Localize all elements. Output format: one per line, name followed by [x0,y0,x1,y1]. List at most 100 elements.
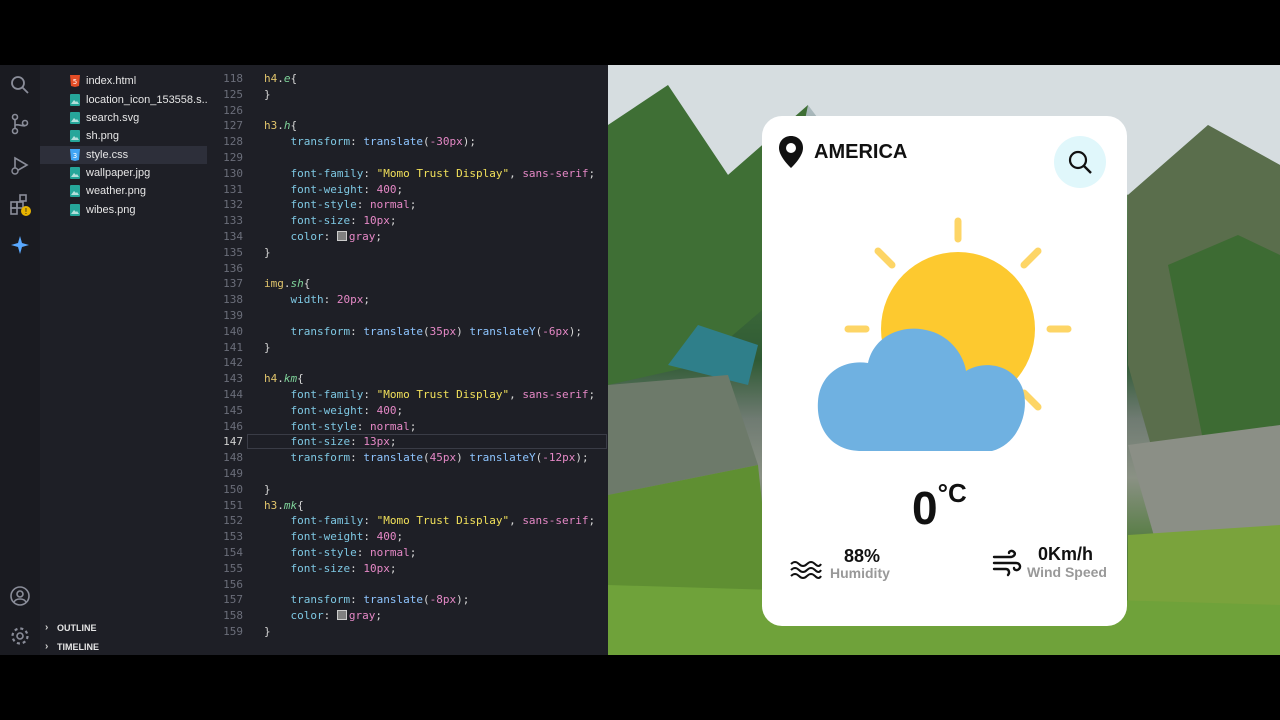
code-line[interactable]: h3.h{ [264,119,297,132]
chevron-right-icon: › [45,622,49,633]
code-line[interactable]: transform: translate(45px) translateY(-1… [264,451,589,464]
code-line[interactable]: color: gray; [264,609,383,622]
line-number: 155 [223,561,243,575]
line-number: 141 [223,340,243,354]
file-item-search-svg[interactable]: search.svg [70,109,207,127]
code-line[interactable]: font-size: 10px; [264,562,397,575]
code-line[interactable]: h4.e{ [264,72,297,85]
code-line[interactable]: width: 20px; [264,293,371,306]
code-line[interactable]: font-weight: 400; [264,183,404,196]
code-line[interactable]: h4.km{ [264,372,304,385]
file-item-wallpaper-jpg[interactable]: wallpaper.jpg [70,164,207,182]
extensions-icon[interactable]: ! [8,193,32,217]
humidity-label: Humidity [830,565,890,581]
activity-bar: ! [0,65,41,655]
city-name: AMERICA [814,141,908,163]
code-line[interactable]: } [264,483,271,496]
line-number: 145 [223,403,243,417]
html-file-icon: 5 [70,75,80,87]
code-line[interactable]: h3.mk{ [264,499,304,512]
file-item-index-html[interactable]: 5 index.html [70,72,207,90]
line-number: 130 [223,166,243,180]
line-number: 142 [223,356,243,370]
file-item-style-css[interactable]: 3 style.css [40,146,207,164]
code-line[interactable]: transform: translate(-30px); [264,135,476,148]
image-file-icon [70,185,80,197]
code-line[interactable]: font-family: "Momo Trust Display", sans-… [264,388,596,401]
line-number: 125 [223,87,243,101]
run-debug-icon[interactable] [8,153,32,177]
image-file-icon [70,130,80,142]
file-item-weather-png[interactable]: weather.png [70,182,207,200]
code-line[interactable]: font-weight: 400; [264,530,404,543]
code-line[interactable]: transform: translate(35px) translateY(-6… [264,325,582,338]
code-line[interactable]: } [264,88,271,101]
code-line[interactable]: font-style: normal; [264,420,417,433]
line-number: 158 [223,609,243,623]
code-line[interactable]: font-style: normal; [264,198,417,211]
line-number: 151 [223,498,243,512]
line-number: 150 [223,482,243,496]
code-line[interactable]: img.sh{ [264,277,310,290]
line-number: 127 [223,119,243,133]
code-line[interactable]: font-weight: 400; [264,404,404,417]
code-line[interactable]: font-style: normal; [264,546,417,559]
search-button[interactable] [1054,136,1106,188]
code-line[interactable]: font-size: 10px; [264,214,397,227]
weather-card: AMERICA 0°C 88% Humidity 0Km/h Wind Spee… [762,116,1127,626]
outline-section[interactable]: › OUTLINE [40,619,207,637]
line-number: 159 [223,625,243,638]
line-number: 131 [223,182,243,196]
temperature-value: 0 [912,482,938,534]
partly-cloudy-weather-icon [817,217,1072,451]
file-item-location-icon[interactable]: location_icon_153558.s... [70,91,207,109]
svg-text:3: 3 [73,152,77,160]
code-line[interactable]: font-family: "Momo Trust Display", sans-… [264,514,596,527]
temperature-display: 0°C [912,478,967,535]
line-number: 156 [223,577,243,591]
line-number: 136 [223,261,243,275]
code-line[interactable]: } [264,625,271,638]
code-line[interactable]: font-size: 13px; [264,435,397,448]
source-control-icon[interactable] [8,112,32,136]
humidity-waves-icon [790,561,822,579]
file-item-wibes-png[interactable]: wibes.png [70,201,207,219]
code-area[interactable]: 118 h4.e{125} 126 127 h3.h{128 transform: tr… [207,65,608,655]
account-icon[interactable] [8,584,32,608]
code-line[interactable]: } [264,246,271,259]
gear-icon[interactable] [8,624,32,648]
image-file-icon [70,112,80,124]
image-file-icon [70,94,80,106]
file-explorer: 5 index.html location_icon_153558.s... se… [40,65,207,655]
location-pin-icon [779,136,803,168]
code-line[interactable]: transform: translate(-8px); [264,593,470,606]
line-number: 144 [223,388,243,401]
line-number: 143 [223,372,243,386]
line-number: 137 [223,277,243,291]
line-number: 132 [223,198,243,212]
code-line[interactable]: } [264,341,271,354]
wind-speed-label: Wind Speed [1027,564,1107,580]
line-number: 126 [223,103,243,117]
line-number: 129 [223,151,243,164]
line-number: 118 [223,72,243,85]
line-number: 152 [223,514,243,528]
svg-text:5: 5 [73,78,77,86]
line-number: 149 [223,467,243,480]
code-line[interactable]: font-family: "Momo Trust Display", sans-… [264,167,596,180]
line-number: 140 [223,324,243,338]
file-item-sh-png[interactable]: sh.png [70,127,207,145]
code-line[interactable]: color: gray; [264,230,383,243]
timeline-section[interactable]: › TIMELINE [40,638,207,655]
search-icon[interactable] [8,73,32,97]
code-editor-window: ! 5 index.html location_icon_153558.s... … [0,65,608,655]
line-number: 147 [223,435,243,449]
line-number: 135 [223,245,243,259]
line-number: 157 [223,593,243,607]
line-number: 153 [223,530,243,544]
wind-icon [992,549,1022,577]
copilot-sparkle-icon[interactable] [8,233,32,257]
browser-preview: AMERICA 0°C 88% Humidity 0Km/h Wind Spee… [608,65,1280,655]
image-file-icon [70,204,80,216]
line-number: 146 [223,419,243,433]
